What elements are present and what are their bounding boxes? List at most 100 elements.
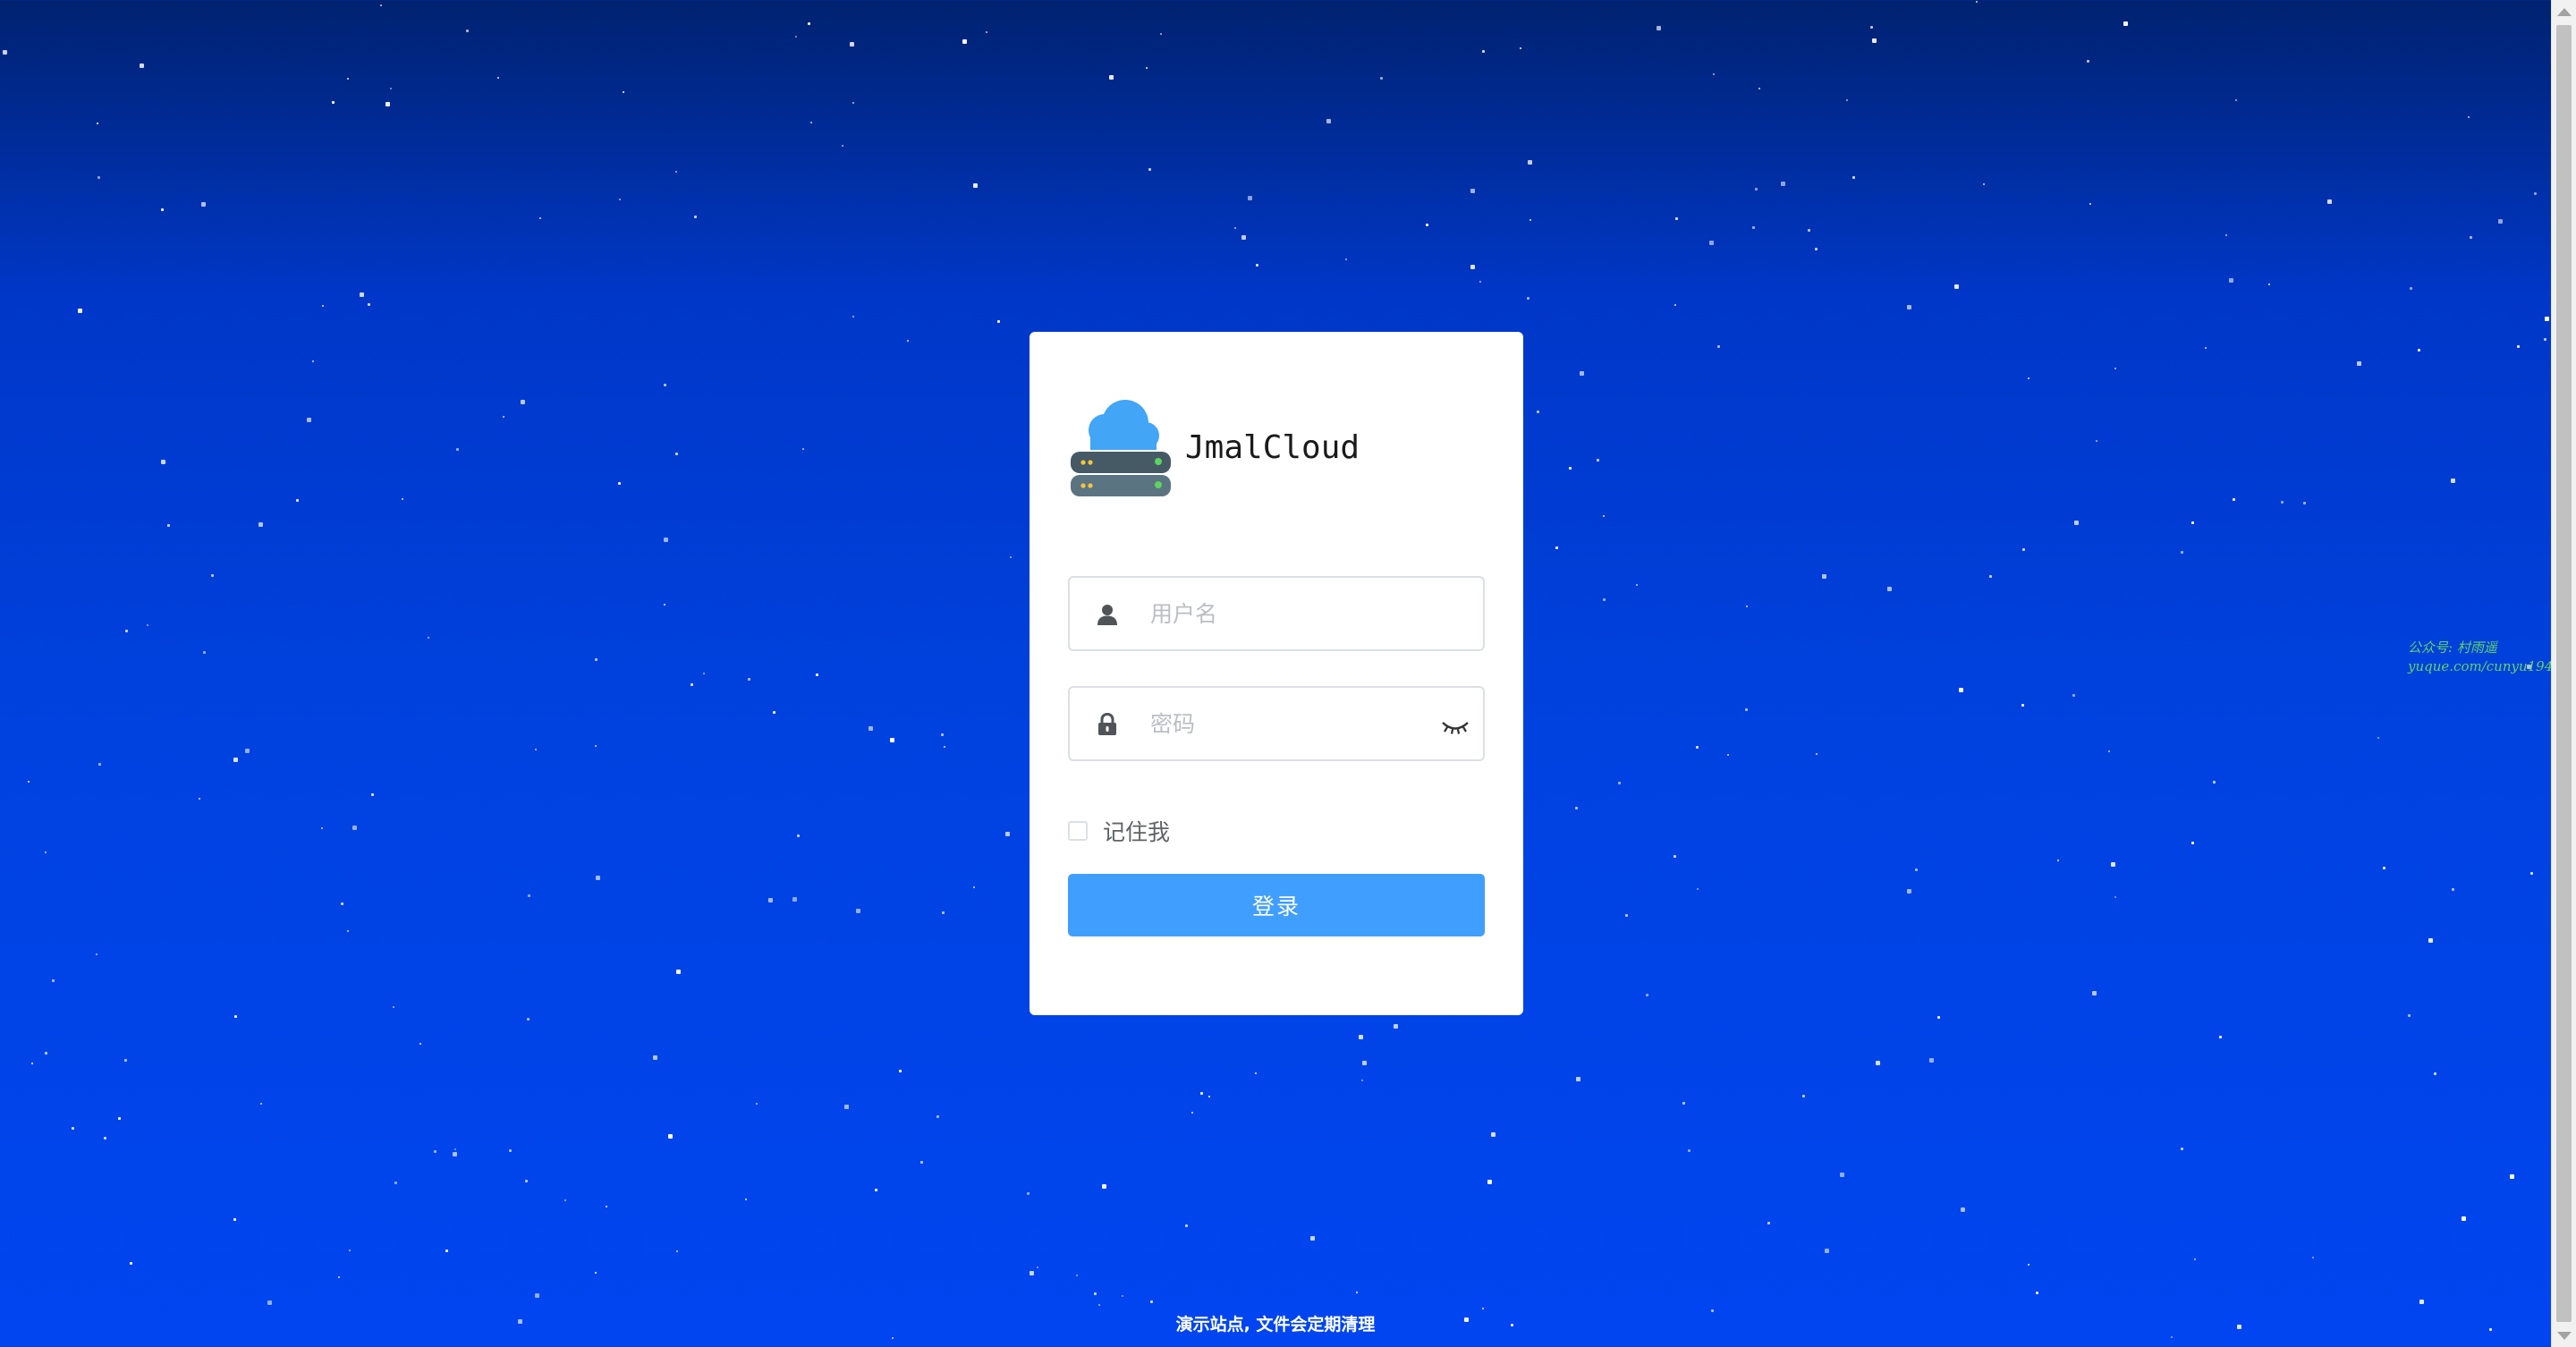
star: [899, 1070, 902, 1072]
star: [664, 538, 668, 542]
star: [456, 448, 459, 451]
star: [258, 522, 263, 527]
star: [535, 1293, 539, 1298]
user-icon: [1097, 605, 1117, 625]
star: [201, 202, 206, 207]
star: [1876, 1061, 1880, 1065]
star: [1618, 782, 1621, 784]
star: [1713, 73, 1715, 75]
star: [2123, 21, 2128, 26]
star: [509, 1149, 512, 1152]
star: [1657, 26, 1661, 30]
username-input[interactable]: [1150, 590, 1419, 637]
star: [1241, 235, 1246, 240]
star: [1767, 1222, 1770, 1224]
star: [1191, 1112, 1193, 1114]
star: [454, 1148, 456, 1150]
star: [1256, 264, 1258, 267]
star: [96, 953, 97, 955]
star: [1361, 1080, 1363, 1081]
star: [1010, 556, 1012, 558]
password-input[interactable]: [1150, 700, 1419, 747]
star: [1146, 67, 1148, 69]
star: [1394, 1024, 1398, 1029]
star: [1470, 265, 1475, 269]
star: [2408, 1014, 2411, 1017]
star: [2470, 236, 2472, 239]
star: [360, 292, 364, 297]
star: [1674, 855, 1676, 858]
star: [322, 305, 324, 307]
star: [1870, 26, 1873, 29]
star: [890, 738, 894, 742]
star: [1727, 754, 1729, 756]
star: [296, 499, 299, 502]
star: [2268, 284, 2270, 285]
star: [1482, 50, 1485, 53]
scrollbar-thumb[interactable]: [2556, 25, 2572, 1322]
star: [535, 749, 537, 750]
remember-me[interactable]: 记住我: [1068, 815, 1170, 847]
star: [1569, 467, 1572, 470]
star: [1482, 1308, 1484, 1309]
chevron-down-icon: [2557, 1331, 2572, 1340]
star: [745, 1199, 747, 1200]
star: [2327, 199, 2332, 204]
star: [1200, 1092, 1203, 1095]
remember-me-label: 记住我: [1103, 819, 1171, 845]
star: [703, 673, 705, 674]
star: [664, 384, 666, 386]
vertical-scrollbar[interactable]: [2551, 0, 2576, 1347]
star: [125, 630, 128, 632]
star: [907, 340, 909, 342]
star: [1802, 1095, 1805, 1097]
star: [1937, 1016, 1940, 1019]
star: [380, 4, 382, 6]
star: [2357, 361, 2361, 366]
star: [1822, 574, 1826, 579]
password-field[interactable]: [1068, 686, 1485, 761]
scroll-down-arrow[interactable]: [2552, 1324, 2576, 1347]
star: [211, 574, 214, 577]
star: [1688, 1149, 1690, 1152]
star: [419, 1043, 421, 1045]
star: [234, 1015, 237, 1018]
eye-closed-icon[interactable]: [1440, 713, 1470, 738]
star: [466, 30, 469, 32]
star: [1816, 753, 1818, 755]
star: [332, 101, 335, 104]
star: [1326, 119, 1331, 123]
star: [307, 418, 311, 422]
star: [528, 894, 530, 897]
star: [1840, 1173, 1844, 1177]
star: [2517, 345, 2520, 348]
star: [98, 763, 101, 766]
star: [1109, 75, 1114, 80]
star: [852, 102, 854, 104]
star: [2181, 551, 2183, 554]
scroll-up-arrow[interactable]: [2552, 0, 2576, 23]
star: [1989, 575, 1992, 578]
star: [1576, 1077, 1580, 1081]
star: [1755, 188, 1758, 191]
star: [1208, 1096, 1210, 1097]
star: [2545, 317, 2549, 321]
star: [1098, 1304, 1100, 1306]
star: [338, 1276, 340, 1278]
star: [2191, 521, 2194, 524]
login-button[interactable]: 登录: [1068, 874, 1485, 936]
star: [618, 482, 621, 485]
star: [2468, 116, 2470, 118]
star: [2233, 498, 2235, 501]
star: [2229, 278, 2233, 283]
username-field[interactable]: [1068, 576, 1485, 651]
star: [394, 1182, 397, 1184]
star: [1907, 305, 1911, 309]
remember-me-checkbox[interactable]: [1068, 821, 1088, 841]
star: [1555, 546, 1558, 549]
star: [1745, 708, 1748, 711]
star: [1674, 304, 1676, 306]
star: [1520, 47, 1521, 49]
star: [199, 798, 200, 800]
watermark-line-1: 公众号: 村雨遥: [2408, 640, 2497, 656]
